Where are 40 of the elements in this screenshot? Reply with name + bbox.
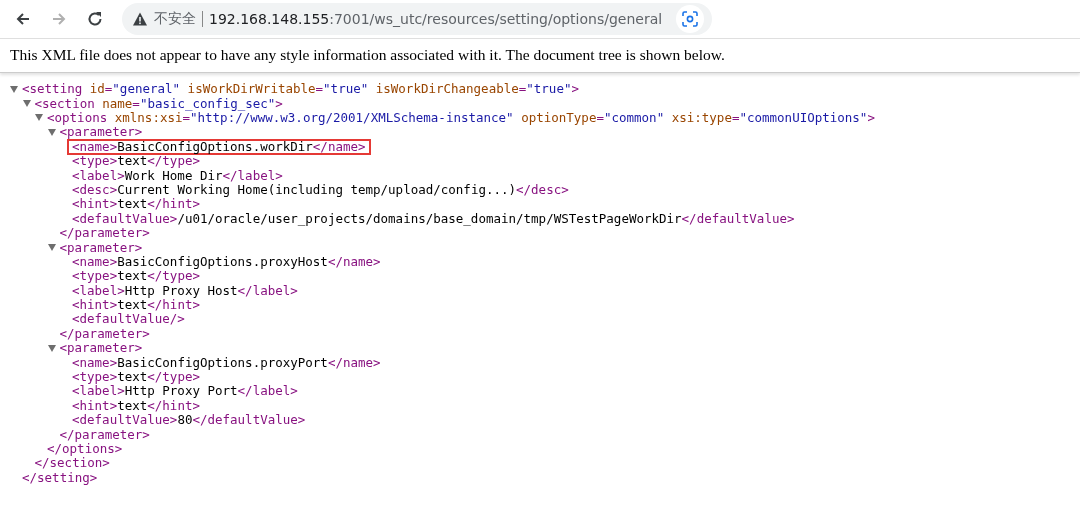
xml-line: <parameter> (58, 239, 144, 256)
reload-icon (86, 10, 104, 28)
xml-line: </parameter> (58, 225, 151, 242)
xml-line: </parameter> (58, 426, 151, 443)
xml-line: <hint>text</hint> (71, 297, 201, 313)
xml-line: <label>Http Proxy Port</label> (71, 383, 299, 400)
xml-line: <defaultValue>/u01/oracle/user_projects/domains/base_domain/tmp/WSTestPageWorkDir</defaultValue> (71, 210, 796, 227)
xml-line: <name>BasicConfigOptions.proxyPort</name> (72, 354, 382, 371)
xml-line: <hint>text</hint> (71, 397, 201, 414)
xml-line: <parameter> (59, 124, 144, 141)
xml-line: <type>text</type> (71, 369, 200, 385)
xml-line: <defaultValue>80</defaultValue> (71, 412, 307, 429)
xml-line: <section name="basic_config_sec"> (34, 95, 284, 112)
expand-toggle-icon[interactable] (35, 114, 43, 122)
xml-line: <options xmlns:xsi="http://www.w3.org/2001/XMLSchema-instance" optionType="common" xsi:type="commonUIOptions"> (46, 110, 876, 126)
xml-line: <name>BasicConfigOptions.proxyHost</name> (72, 253, 382, 270)
lens-button[interactable] (676, 5, 704, 33)
notice-text: This XML file does not appear to have any style information associated with it. The document tree is shown below. (10, 46, 725, 63)
xml-line: <defaultValue/> (71, 311, 186, 328)
xml-line: <hint>text</hint> (71, 196, 200, 213)
xml-line: <setting id="general" isWorkDirWritable="true" isWorkDirChangeable="true"> (21, 81, 580, 98)
xml-line: <type>text</type> (71, 153, 200, 170)
xml-line: <desc>Current Working Home(including temp/upload/config...)</desc> (71, 181, 570, 198)
expand-toggle-icon[interactable] (47, 344, 56, 352)
url-text: 192.168.148.155:7001/ws_utc/resources/setting/options/general (209, 11, 663, 27)
expand-toggle-icon[interactable] (22, 100, 31, 108)
security-label[interactable]: 不安全 (154, 10, 196, 28)
xml-line: <label>Http Proxy Host</label> (71, 282, 299, 299)
expand-toggle-icon[interactable] (47, 244, 56, 251)
xml-line: <parameter> (58, 340, 144, 357)
xml-line: <label>Work Home Dir</label> (71, 167, 284, 184)
camera-search-icon (682, 11, 698, 27)
xml-line: </setting> (21, 469, 99, 486)
address-bar[interactable]: 不安全 192.168.148.155:7001/ws_utc/resources/setting/options/general (122, 3, 712, 35)
xml-line: </section> (33, 455, 110, 472)
xml-line: </parameter> (58, 325, 151, 342)
expand-toggle-icon[interactable] (10, 85, 18, 93)
xml-line: <type>text</type> (71, 268, 200, 285)
expand-toggle-icon[interactable] (47, 128, 56, 136)
warning-icon[interactable] (132, 11, 148, 27)
